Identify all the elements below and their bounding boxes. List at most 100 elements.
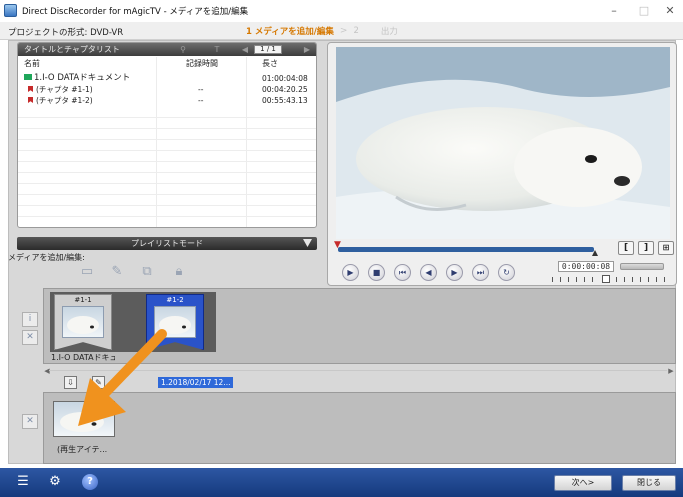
maximize-button[interactable]: □ <box>630 2 658 20</box>
playlist-date-chip[interactable]: 1.2018/02/17 12... <box>158 377 234 388</box>
step-add-edit[interactable]: 1 メディアを追加/編集 <box>246 25 334 37</box>
timecode-display[interactable]: 0:00:00:08 <box>558 261 614 272</box>
video-preview[interactable] <box>336 47 670 239</box>
minimize-button[interactable]: – <box>600 2 628 20</box>
step-output[interactable]: 出力 <box>381 25 398 37</box>
playlist-add-icon[interactable]: ⇩ <box>64 376 77 389</box>
row-divider <box>18 150 316 151</box>
skip-forward-icon: ⏭ <box>476 268 485 277</box>
project-format: プロジェクトの形式: DVD-VR <box>8 28 124 38</box>
chapter-marker-icon <box>28 86 33 92</box>
playlist-item-label: (再生アイテ... <box>57 445 108 454</box>
lock-icon[interactable]: 🔒︎ <box>170 264 188 280</box>
row-recorded: -- <box>198 96 204 105</box>
table-row[interactable]: (チャプタ #1-2) -- 00:55:43.13 <box>18 95 316 106</box>
add-media-icon[interactable]: ▭ <box>78 264 96 280</box>
row-divider <box>18 194 316 195</box>
ruler-handle[interactable] <box>602 275 610 283</box>
go-start-button[interactable]: ⏮ <box>394 264 411 281</box>
scroll-right-icon[interactable]: ▶ <box>667 366 675 376</box>
settings-icon[interactable]: ⚙ <box>46 474 64 490</box>
title-group-label: 1.I-O DATAドキュメント <box>51 353 115 362</box>
chapter-thumb-label: #1-1 <box>74 296 92 304</box>
row-divider <box>18 172 316 173</box>
column-name[interactable]: 名前 <box>24 58 40 69</box>
title-group[interactable]: #1-1 #1-2 <box>50 292 216 352</box>
row-divider <box>18 117 316 118</box>
edit-icon[interactable]: ✎ <box>108 264 126 280</box>
playlist-strip <box>43 392 676 464</box>
step-back-button[interactable]: ◀ <box>420 264 437 281</box>
split-icon[interactable]: ⊞ <box>658 241 674 255</box>
chapter-thumb-selected[interactable]: #1-2 <box>146 294 204 350</box>
title-chapter-list: タイトルとチャプタリスト ⚲ T ◀ 1 / 1 ▶ 名前 記録時間 長さ 1.… <box>17 42 317 228</box>
list-header-title: タイトルとチャプタリスト <box>24 45 120 54</box>
row-recorded: -- <box>198 85 204 94</box>
prev-icon[interactable]: ◀ <box>240 45 250 54</box>
chapter-thumb-image <box>154 306 196 338</box>
chapter-thumb-image <box>62 306 104 338</box>
playlist-mode-label: プレイリストモード <box>131 239 203 248</box>
next-icon[interactable]: ▶ <box>302 45 312 54</box>
loop-icon: ↻ <box>503 268 510 277</box>
wizard-steps: 1 メディアを追加/編集 > 2 出力 <box>246 24 398 38</box>
project-bar: プロジェクトの形式: DVD-VR 1 メディアを追加/編集 > 2 出力 <box>0 22 683 40</box>
stop-icon: ■ <box>372 268 381 277</box>
play-icon: ▶ <box>347 268 354 277</box>
page-indicator: 1 / 1 <box>254 45 282 54</box>
row-length: 00:04:20.25 <box>262 85 308 94</box>
chapter-thumb-label: #1-2 <box>166 296 184 304</box>
close-window-button[interactable]: ✕ <box>656 2 683 20</box>
playlist-item-thumb[interactable] <box>53 401 115 437</box>
preview-panel: ▼ [ ] ⊞ 0:00:00:08 ▶ ■ ⏮ ◀ ▶ ⏭ ↻ <box>327 42 677 286</box>
table-row[interactable]: (チャプタ #1-1) -- 00:04:20.25 <box>18 84 316 95</box>
window-title: Direct DiscRecorder for mAgicTV - メディアを追… <box>22 7 249 17</box>
close-button[interactable]: 閉じる <box>622 475 676 491</box>
search-icon[interactable]: ⚲ <box>178 45 188 54</box>
play-button[interactable]: ▶ <box>342 264 359 281</box>
info-icon[interactable]: i <box>22 312 38 327</box>
step-forward-icon: ▶ <box>451 268 458 277</box>
playlist-icon[interactable]: ☰ <box>14 474 32 490</box>
row-name-text: 1.I-O DATAドキュメント <box>34 73 131 83</box>
title-marker-icon <box>24 74 32 80</box>
mark-out-button[interactable]: ] <box>638 241 654 255</box>
chapter-marker-icon <box>28 97 33 103</box>
text-icon[interactable]: T <box>212 45 222 54</box>
title-strip-scrollbar[interactable]: ◀ ▶ <box>43 366 676 376</box>
go-end-button[interactable]: ⏭ <box>472 264 489 281</box>
loop-button[interactable]: ↻ <box>498 264 515 281</box>
column-recorded[interactable]: 記録時間 <box>186 58 218 69</box>
zoom-slider[interactable] <box>620 263 664 270</box>
timeline-track[interactable] <box>338 247 594 252</box>
delete-icon[interactable]: ✕ <box>22 414 38 429</box>
mark-in-button[interactable]: [ <box>618 241 634 255</box>
next-button[interactable]: 次へ> <box>554 475 612 491</box>
playlist-edit-icon[interactable]: ✎ <box>92 376 105 389</box>
step-forward-button[interactable]: ▶ <box>446 264 463 281</box>
step-number-2: 2 <box>353 26 359 36</box>
bottom-bar: ☰ ⚙ ? 次へ> 閉じる <box>0 468 683 497</box>
row-divider <box>18 216 316 217</box>
row-name: 1.I-O DATAドキュメント <box>24 73 130 84</box>
help-icon[interactable]: ? <box>82 474 98 490</box>
seal-image <box>336 47 670 239</box>
delete-icon[interactable]: ✕ <box>22 330 38 345</box>
stop-button[interactable]: ■ <box>368 264 385 281</box>
media-add-edit-label: メディアを追加/編集: <box>8 253 85 262</box>
scroll-left-icon[interactable]: ◀ <box>43 366 51 376</box>
playlist-mode-selector[interactable]: プレイリストモード <box>17 237 317 250</box>
skip-back-icon: ⏮ <box>398 268 407 277</box>
table-row[interactable]: 1.I-O DATAドキュメント 01:00:04:08 <box>18 73 316 84</box>
row-divider <box>18 183 316 184</box>
row-name-text: (チャプタ #1-2) <box>36 96 93 105</box>
jog-ruler[interactable] <box>550 275 666 283</box>
list-header: タイトルとチャプタリスト ⚲ T ◀ 1 / 1 ▶ <box>18 43 316 56</box>
row-divider <box>18 128 316 129</box>
step-back-icon: ◀ <box>425 268 432 277</box>
title-bar: Direct DiscRecorder for mAgicTV - メディアを追… <box>0 0 683 22</box>
split-icon[interactable]: ⧉ <box>138 264 156 280</box>
chapter-thumb[interactable]: #1-1 <box>54 294 112 350</box>
row-length: 00:55:43.13 <box>262 96 308 105</box>
column-length[interactable]: 長さ <box>262 58 278 69</box>
